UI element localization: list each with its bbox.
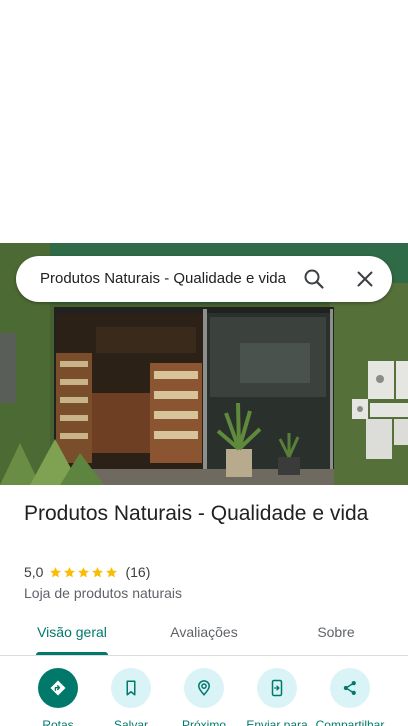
send-to-phone-button[interactable]: Enviar para	[239, 668, 315, 726]
star-icon	[106, 566, 118, 577]
close-icon[interactable]	[353, 267, 377, 291]
star-icon	[78, 566, 90, 577]
review-count[interactable]: (16)	[125, 564, 150, 580]
tab-bar: Visão geral Avaliações Sobre	[0, 612, 408, 656]
action-label: Próximo	[181, 718, 226, 726]
tab-about[interactable]: Sobre	[290, 612, 382, 655]
star-icon	[92, 566, 104, 577]
star-icon	[64, 566, 76, 577]
search-input[interactable]: Produtos Naturais - Qualidade e vida	[40, 269, 288, 289]
directions-button[interactable]: Rotas	[20, 668, 96, 726]
star-icon	[50, 566, 62, 577]
active-tab-indicator	[36, 652, 108, 655]
action-bar: Rotas Salvar Próximo Enviar para Compart…	[0, 668, 408, 726]
bookmark-icon	[126, 680, 136, 696]
star-rating	[49, 566, 119, 579]
map-area[interactable]	[0, 0, 408, 243]
action-label: Salvar	[113, 718, 148, 726]
search-bar[interactable]: Produtos Naturais - Qualidade e vida	[16, 256, 392, 302]
share-icon	[343, 681, 356, 695]
action-label: Rotas	[42, 718, 74, 726]
action-label: Compartilhar	[315, 718, 385, 726]
tab-overview[interactable]: Visão geral	[20, 612, 124, 655]
rating-value: 5,0	[24, 564, 44, 580]
send-to-phone-icon	[271, 679, 283, 697]
action-label: Enviar para	[246, 718, 308, 726]
nearby-icon	[197, 680, 211, 696]
place-title: Produtos Naturais - Qualidade e vida	[24, 502, 369, 525]
directions-icon	[50, 680, 66, 696]
place-category: Loja de produtos naturais	[24, 585, 182, 601]
rating-row[interactable]: 5,0 (16)	[24, 563, 150, 581]
share-button[interactable]: Compartilhar	[312, 668, 388, 726]
nearby-button[interactable]: Próximo	[166, 668, 242, 726]
save-button[interactable]: Salvar	[93, 668, 169, 726]
search-icon[interactable]	[302, 267, 326, 291]
tab-reviews[interactable]: Avaliações	[150, 612, 258, 655]
